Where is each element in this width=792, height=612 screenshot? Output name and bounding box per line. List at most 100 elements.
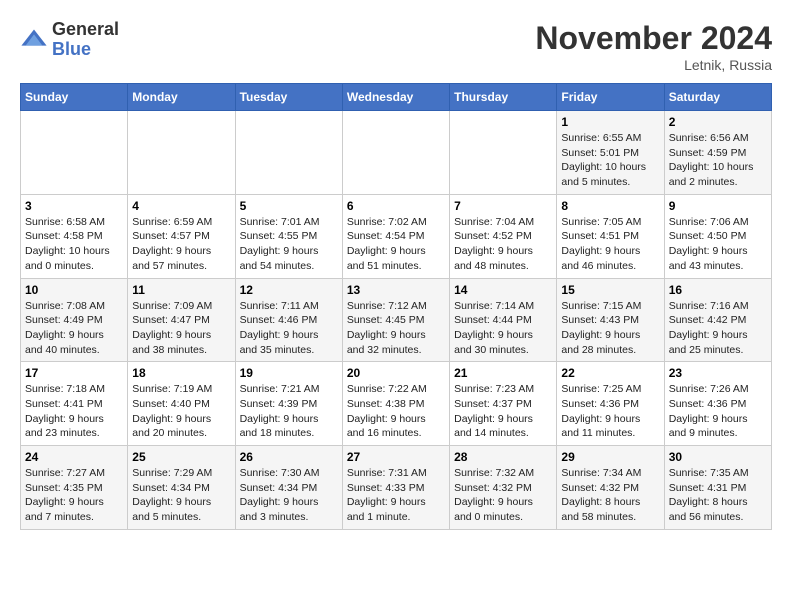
calendar-cell: 4Sunrise: 6:59 AMSunset: 4:57 PMDaylight… [128,194,235,278]
calendar-week-5: 24 Sunrise: 7:27 AMSunset: 4:35 PMDayligh… [21,446,772,530]
day-info: Sunrise: 7:26 AMSunset: 4:36 PMDaylight:… [669,382,767,441]
day-header-wednesday: Wednesday [342,84,449,111]
calendar-cell: 22 Sunrise: 7:25 AMSunset: 4:36 PMDayligh… [557,362,664,446]
calendar-cell: 9 Sunrise: 7:06 AMSunset: 4:50 PMDaylight… [664,194,771,278]
day-info: Sunrise: 7:29 AMSunset: 4:34 PMDaylight:… [132,466,230,525]
day-number: 30 [669,450,767,464]
calendar-cell: 21 Sunrise: 7:23 AMSunset: 4:37 PMDayligh… [450,362,557,446]
day-info: Sunrise: 7:19 AMSunset: 4:40 PMDaylight:… [132,382,230,441]
location: Letnik, Russia [535,57,772,73]
day-header-monday: Monday [128,84,235,111]
calendar-cell: 24 Sunrise: 7:27 AMSunset: 4:35 PMDayligh… [21,446,128,530]
day-number: 28 [454,450,552,464]
calendar-cell: 3Sunrise: 6:58 AMSunset: 4:58 PMDaylight… [21,194,128,278]
day-number: 12 [240,283,338,297]
day-info: Sunrise: 7:34 AMSunset: 4:32 PMDaylight:… [561,466,659,525]
calendar-cell: 26Sunrise: 7:30 AMSunset: 4:34 PMDayligh… [235,446,342,530]
day-info: Sunrise: 7:01 AMSunset: 4:55 PMDaylight:… [240,215,338,274]
day-header-tuesday: Tuesday [235,84,342,111]
day-info: Sunrise: 7:12 AMSunset: 4:45 PMDaylight:… [347,299,445,358]
day-number: 24 [25,450,123,464]
calendar-header: SundayMondayTuesdayWednesdayThursdayFrid… [21,84,772,111]
calendar-cell: 2 Sunrise: 6:56 AMSunset: 4:59 PMDaylight… [664,111,771,195]
calendar-week-1: 1 Sunrise: 6:55 AMSunset: 5:01 PMDaylight… [21,111,772,195]
calendar-cell [235,111,342,195]
calendar-cell [21,111,128,195]
day-number: 11 [132,283,230,297]
day-info: Sunrise: 6:56 AMSunset: 4:59 PMDaylight:… [669,131,767,190]
calendar-cell [342,111,449,195]
calendar-cell: 23 Sunrise: 7:26 AMSunset: 4:36 PMDayligh… [664,362,771,446]
calendar-cell: 5Sunrise: 7:01 AMSunset: 4:55 PMDaylight… [235,194,342,278]
day-number: 20 [347,366,445,380]
day-info: Sunrise: 7:14 AMSunset: 4:44 PMDaylight:… [454,299,552,358]
day-info: Sunrise: 6:58 AMSunset: 4:58 PMDaylight:… [25,215,123,274]
day-number: 15 [561,283,659,297]
logo-text: General Blue [52,20,119,60]
logo: General Blue [20,20,119,60]
day-info: Sunrise: 7:22 AMSunset: 4:38 PMDaylight:… [347,382,445,441]
calendar-cell: 10 Sunrise: 7:08 AMSunset: 4:49 PMDayligh… [21,278,128,362]
day-header-thursday: Thursday [450,84,557,111]
day-number: 2 [669,115,767,129]
calendar-cell: 6 Sunrise: 7:02 AMSunset: 4:54 PMDaylight… [342,194,449,278]
day-number: 8 [561,199,659,213]
calendar-cell: 28 Sunrise: 7:32 AMSunset: 4:32 PMDayligh… [450,446,557,530]
day-header-friday: Friday [557,84,664,111]
calendar-cell: 30Sunrise: 7:35 AMSunset: 4:31 PMDayligh… [664,446,771,530]
day-header-saturday: Saturday [664,84,771,111]
day-number: 18 [132,366,230,380]
calendar-cell [128,111,235,195]
day-info: Sunrise: 7:16 AMSunset: 4:42 PMDaylight:… [669,299,767,358]
calendar-cell: 11 Sunrise: 7:09 AMSunset: 4:47 PMDayligh… [128,278,235,362]
calendar-cell: 1 Sunrise: 6:55 AMSunset: 5:01 PMDaylight… [557,111,664,195]
day-number: 6 [347,199,445,213]
day-number: 9 [669,199,767,213]
calendar-cell: 16 Sunrise: 7:16 AMSunset: 4:42 PMDayligh… [664,278,771,362]
day-number: 13 [347,283,445,297]
calendar-cell: 29 Sunrise: 7:34 AMSunset: 4:32 PMDayligh… [557,446,664,530]
day-info: Sunrise: 7:27 AMSunset: 4:35 PMDaylight:… [25,466,123,525]
day-number: 29 [561,450,659,464]
day-info: Sunrise: 7:08 AMSunset: 4:49 PMDaylight:… [25,299,123,358]
day-number: 10 [25,283,123,297]
header-row: SundayMondayTuesdayWednesdayThursdayFrid… [21,84,772,111]
day-header-sunday: Sunday [21,84,128,111]
day-number: 25 [132,450,230,464]
day-number: 16 [669,283,767,297]
day-number: 23 [669,366,767,380]
day-number: 21 [454,366,552,380]
day-info: Sunrise: 7:04 AMSunset: 4:52 PMDaylight:… [454,215,552,274]
day-number: 22 [561,366,659,380]
calendar-week-3: 10 Sunrise: 7:08 AMSunset: 4:49 PMDayligh… [21,278,772,362]
calendar-cell: 13 Sunrise: 7:12 AMSunset: 4:45 PMDayligh… [342,278,449,362]
day-info: Sunrise: 7:18 AMSunset: 4:41 PMDaylight:… [25,382,123,441]
logo-general: General [52,20,119,40]
day-info: Sunrise: 7:11 AMSunset: 4:46 PMDaylight:… [240,299,338,358]
day-info: Sunrise: 7:31 AMSunset: 4:33 PMDaylight:… [347,466,445,525]
calendar-week-4: 17Sunrise: 7:18 AMSunset: 4:41 PMDayligh… [21,362,772,446]
day-number: 7 [454,199,552,213]
day-info: Sunrise: 7:09 AMSunset: 4:47 PMDaylight:… [132,299,230,358]
calendar-cell: 27 Sunrise: 7:31 AMSunset: 4:33 PMDayligh… [342,446,449,530]
day-number: 1 [561,115,659,129]
day-number: 19 [240,366,338,380]
day-info: Sunrise: 7:02 AMSunset: 4:54 PMDaylight:… [347,215,445,274]
day-info: Sunrise: 7:25 AMSunset: 4:36 PMDaylight:… [561,382,659,441]
day-number: 14 [454,283,552,297]
day-info: Sunrise: 7:32 AMSunset: 4:32 PMDaylight:… [454,466,552,525]
calendar-cell: 8 Sunrise: 7:05 AMSunset: 4:51 PMDaylight… [557,194,664,278]
calendar-body: 1 Sunrise: 6:55 AMSunset: 5:01 PMDaylight… [21,111,772,530]
calendar-cell: 19Sunrise: 7:21 AMSunset: 4:39 PMDayligh… [235,362,342,446]
calendar-cell: 7 Sunrise: 7:04 AMSunset: 4:52 PMDaylight… [450,194,557,278]
logo-blue: Blue [52,40,119,60]
day-info: Sunrise: 7:06 AMSunset: 4:50 PMDaylight:… [669,215,767,274]
day-info: Sunrise: 7:05 AMSunset: 4:51 PMDaylight:… [561,215,659,274]
calendar-cell [450,111,557,195]
calendar-cell: 14 Sunrise: 7:14 AMSunset: 4:44 PMDayligh… [450,278,557,362]
calendar-cell: 17Sunrise: 7:18 AMSunset: 4:41 PMDayligh… [21,362,128,446]
day-info: Sunrise: 7:23 AMSunset: 4:37 PMDaylight:… [454,382,552,441]
day-number: 27 [347,450,445,464]
day-info: Sunrise: 6:55 AMSunset: 5:01 PMDaylight:… [561,131,659,190]
page-header: General Blue November 2024 Letnik, Russi… [20,20,772,73]
